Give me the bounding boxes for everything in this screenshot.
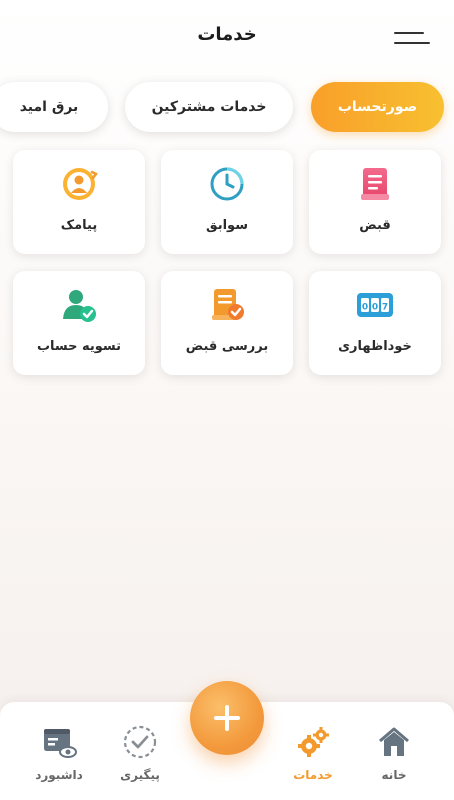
service-label: قبض <box>359 218 391 233</box>
category-tabs: صورتحساب خدمات مشترکین برق امید <box>0 82 454 132</box>
plus-icon <box>214 705 240 731</box>
tab-customer-services[interactable]: خدمات مشترکین <box>125 82 293 132</box>
service-label: خوداظهاری <box>338 339 412 354</box>
home-icon <box>379 727 409 756</box>
nav-tracking[interactable]: پیگیری <box>100 720 180 790</box>
nav-home[interactable]: خانه <box>354 720 434 790</box>
service-label: تسویه حساب <box>36 339 122 354</box>
svg-text:7: 7 <box>382 303 388 313</box>
service-label: بررسی قبض <box>185 339 269 354</box>
tracking-check-icon <box>123 725 157 759</box>
nav-dashboard[interactable]: داشبورد <box>19 720 99 790</box>
clock-history-icon <box>210 167 244 201</box>
bill-icon <box>361 168 389 200</box>
service-card-bill-review[interactable]: بررسی قبض <box>161 271 293 375</box>
svg-text:0: 0 <box>372 303 378 313</box>
tab-invoice[interactable]: صورتحساب <box>311 82 444 132</box>
bill-check-icon <box>212 289 244 320</box>
service-card-self-declaration[interactable]: 0 0 7 خوداظهاری <box>309 271 441 375</box>
page-title: خدمات <box>197 24 257 45</box>
service-card-sms[interactable]: پیامک <box>13 150 145 254</box>
nav-label: داشبورد <box>35 768 83 782</box>
nav-label: پیگیری <box>120 768 160 782</box>
menu-icon[interactable] <box>388 26 434 52</box>
tab-barq-omid[interactable]: برق امید <box>0 82 108 132</box>
service-card-history[interactable]: سوابق <box>161 150 293 254</box>
service-label: پیامک <box>60 218 98 233</box>
sms-user-icon <box>63 168 98 200</box>
gears-icon <box>298 727 329 757</box>
service-card-bill[interactable]: قبض <box>309 150 441 254</box>
meter-counter-icon: 0 0 7 <box>357 293 393 317</box>
nav-label: خانه <box>381 768 407 782</box>
user-check-icon <box>63 290 96 322</box>
service-card-settlement[interactable]: تسویه حساب <box>13 271 145 375</box>
svg-text:0: 0 <box>362 303 368 313</box>
nav-label: خدمات <box>293 768 333 782</box>
nav-services[interactable]: خدمات <box>273 720 353 790</box>
add-button[interactable] <box>190 681 264 755</box>
app-header: خدمات <box>0 0 454 78</box>
dashboard-icon <box>44 729 77 758</box>
service-label: سوابق <box>206 218 248 233</box>
